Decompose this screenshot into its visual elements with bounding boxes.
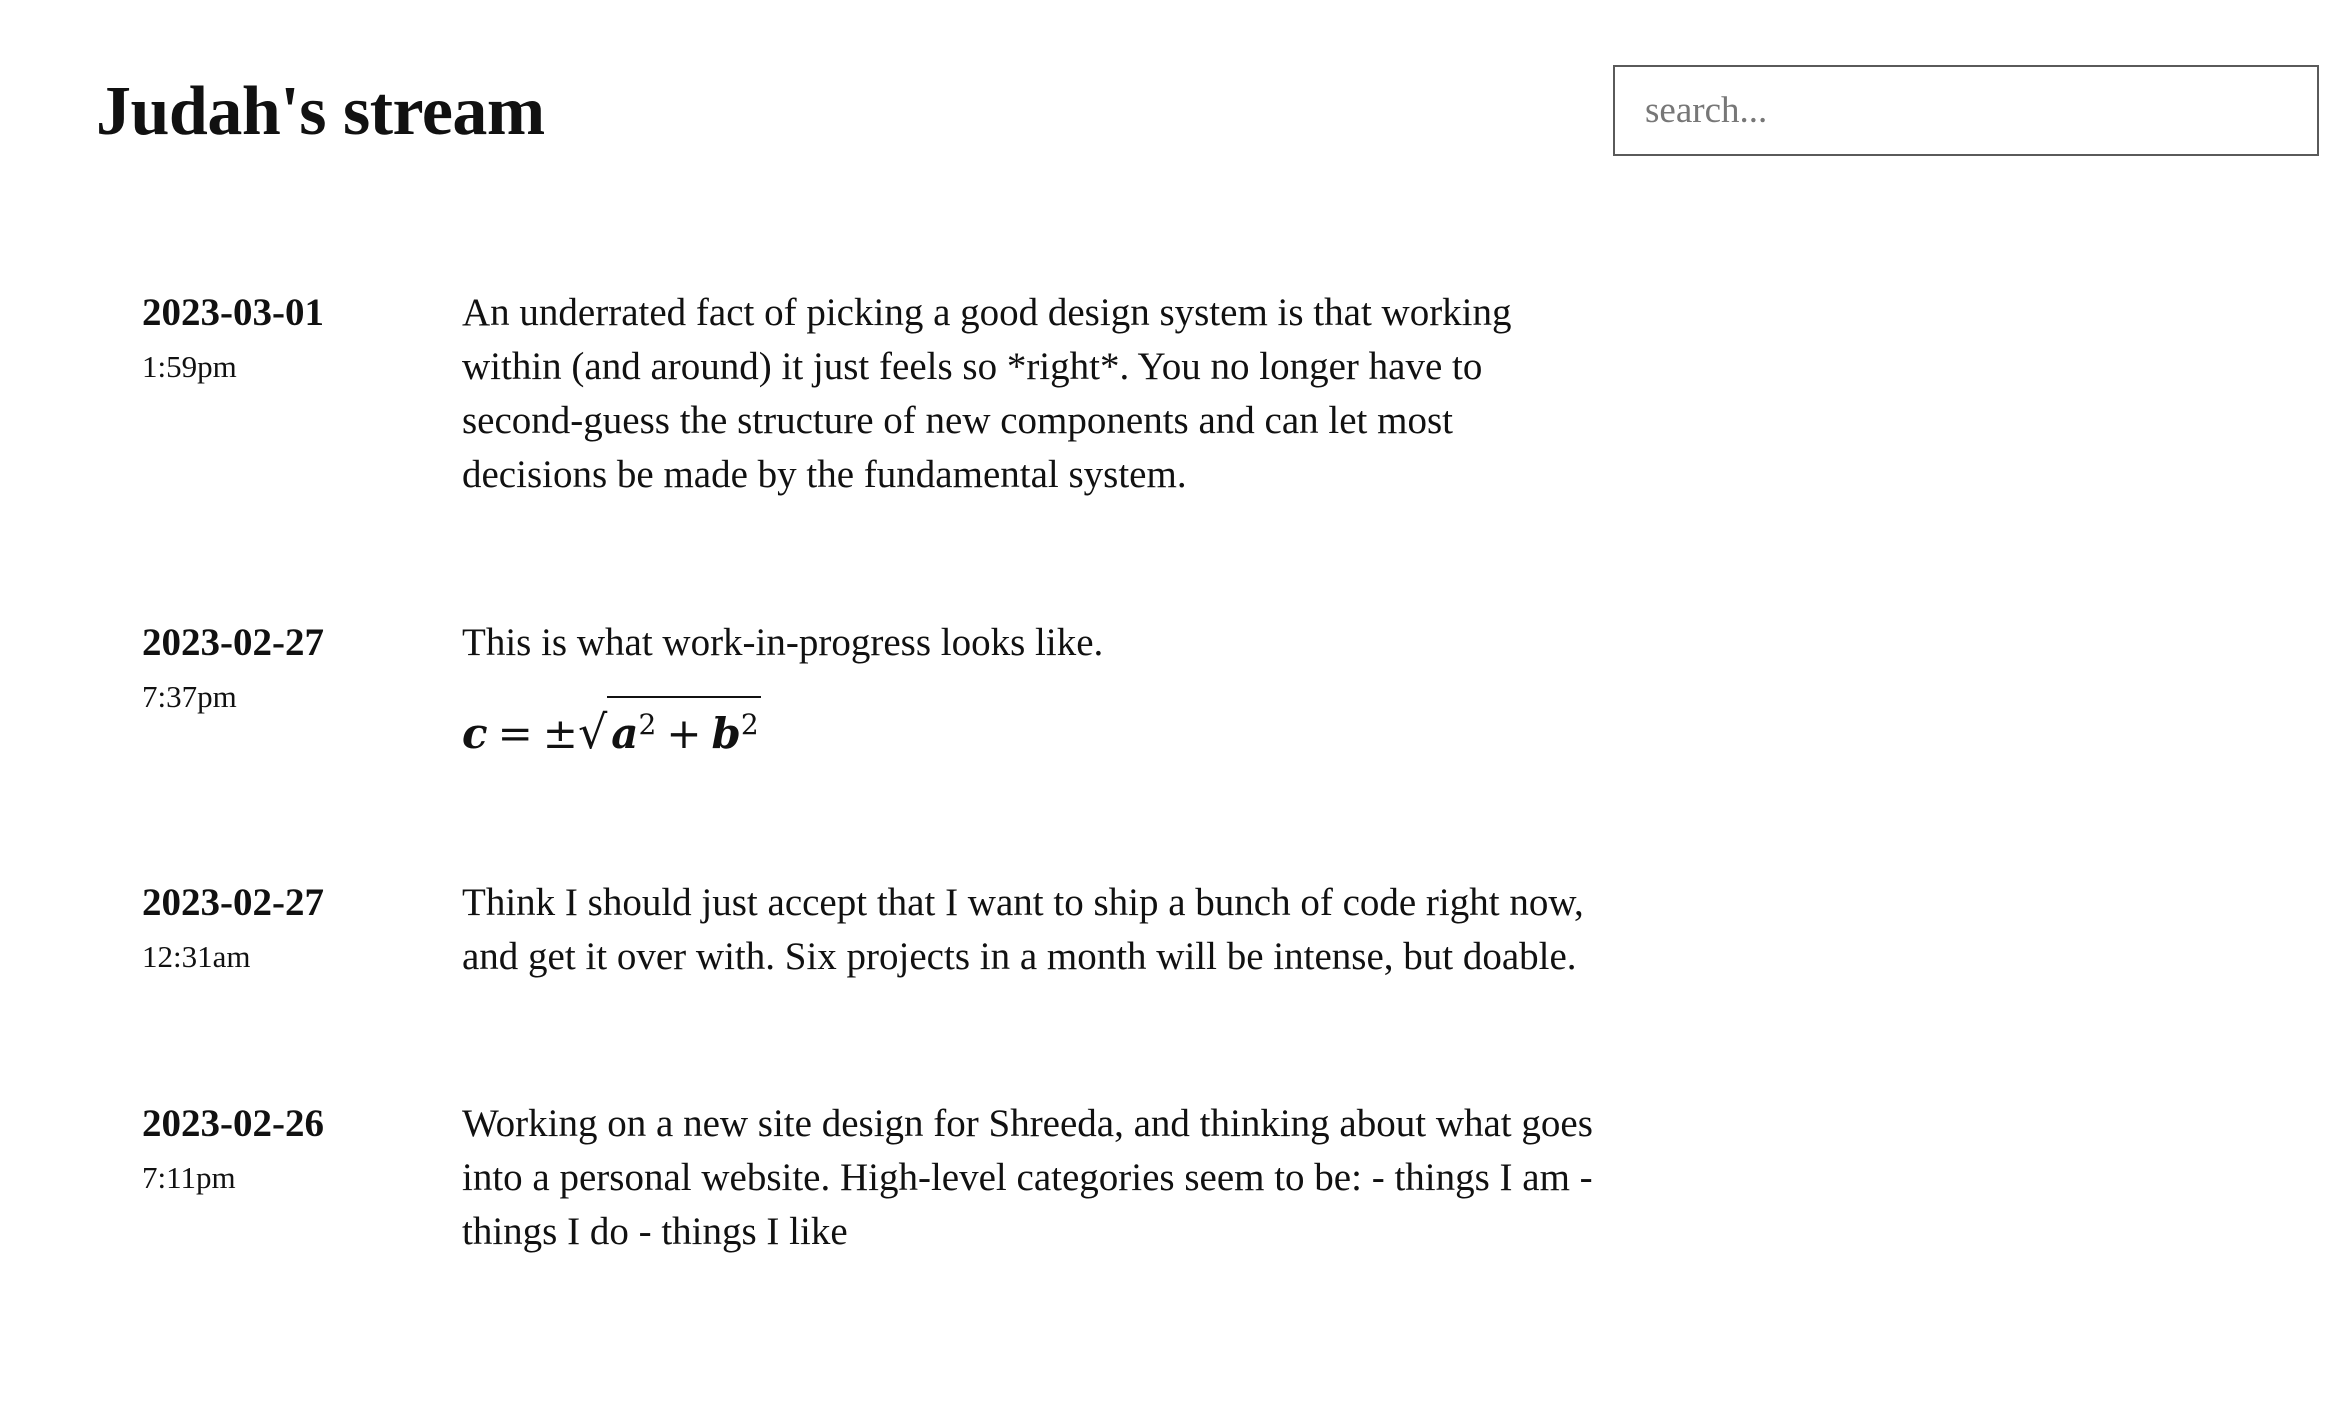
search-input[interactable] bbox=[1613, 65, 2319, 156]
entry-date: 2023-02-27 bbox=[142, 881, 324, 924]
entry-time: 12:31am bbox=[142, 939, 251, 974]
radical-sign: √ bbox=[577, 705, 608, 759]
formula-equals: = bbox=[497, 709, 533, 758]
entry-date: 2023-02-26 bbox=[142, 1102, 324, 1145]
square-root: √a2 + b2 bbox=[578, 696, 761, 764]
entry-time: 1:59pm bbox=[142, 349, 237, 384]
formula-b-exponent: 2 bbox=[740, 708, 759, 741]
entry-time: 7:11pm bbox=[142, 1160, 236, 1195]
entry-meta: 2023-02-27 12:31am bbox=[142, 876, 442, 984]
formula-a: a bbox=[611, 709, 639, 758]
site-title: Judah's stream bbox=[96, 73, 545, 150]
entry-date: 2023-03-01 bbox=[142, 291, 324, 334]
radicand: a2 + b2 bbox=[607, 696, 761, 759]
formula-a-exponent: 2 bbox=[638, 708, 657, 741]
entry-text: An underrated fact of picking a good des… bbox=[462, 291, 1512, 496]
entry-text: This is what work-in-progress looks like… bbox=[462, 621, 1104, 664]
formula-lhs: c bbox=[462, 709, 488, 758]
entry-meta: 2023-03-01 1:59pm bbox=[142, 286, 442, 394]
formula-b: b bbox=[711, 709, 741, 758]
entry-text: Think I should just accept that I want t… bbox=[462, 881, 1584, 978]
entry-time: 7:37pm bbox=[142, 679, 237, 714]
formula-plus-minus: ± bbox=[542, 709, 578, 758]
formula-plus: + bbox=[666, 709, 702, 758]
math-formula: c = ±√a2 + b2 bbox=[462, 696, 761, 764]
entry-meta: 2023-02-26 7:11pm bbox=[142, 1097, 442, 1205]
entry-text: Working on a new site design for Shreeda… bbox=[462, 1102, 1593, 1253]
entry-meta: 2023-02-27 7:37pm bbox=[142, 616, 442, 724]
entry-date: 2023-02-27 bbox=[142, 621, 324, 664]
